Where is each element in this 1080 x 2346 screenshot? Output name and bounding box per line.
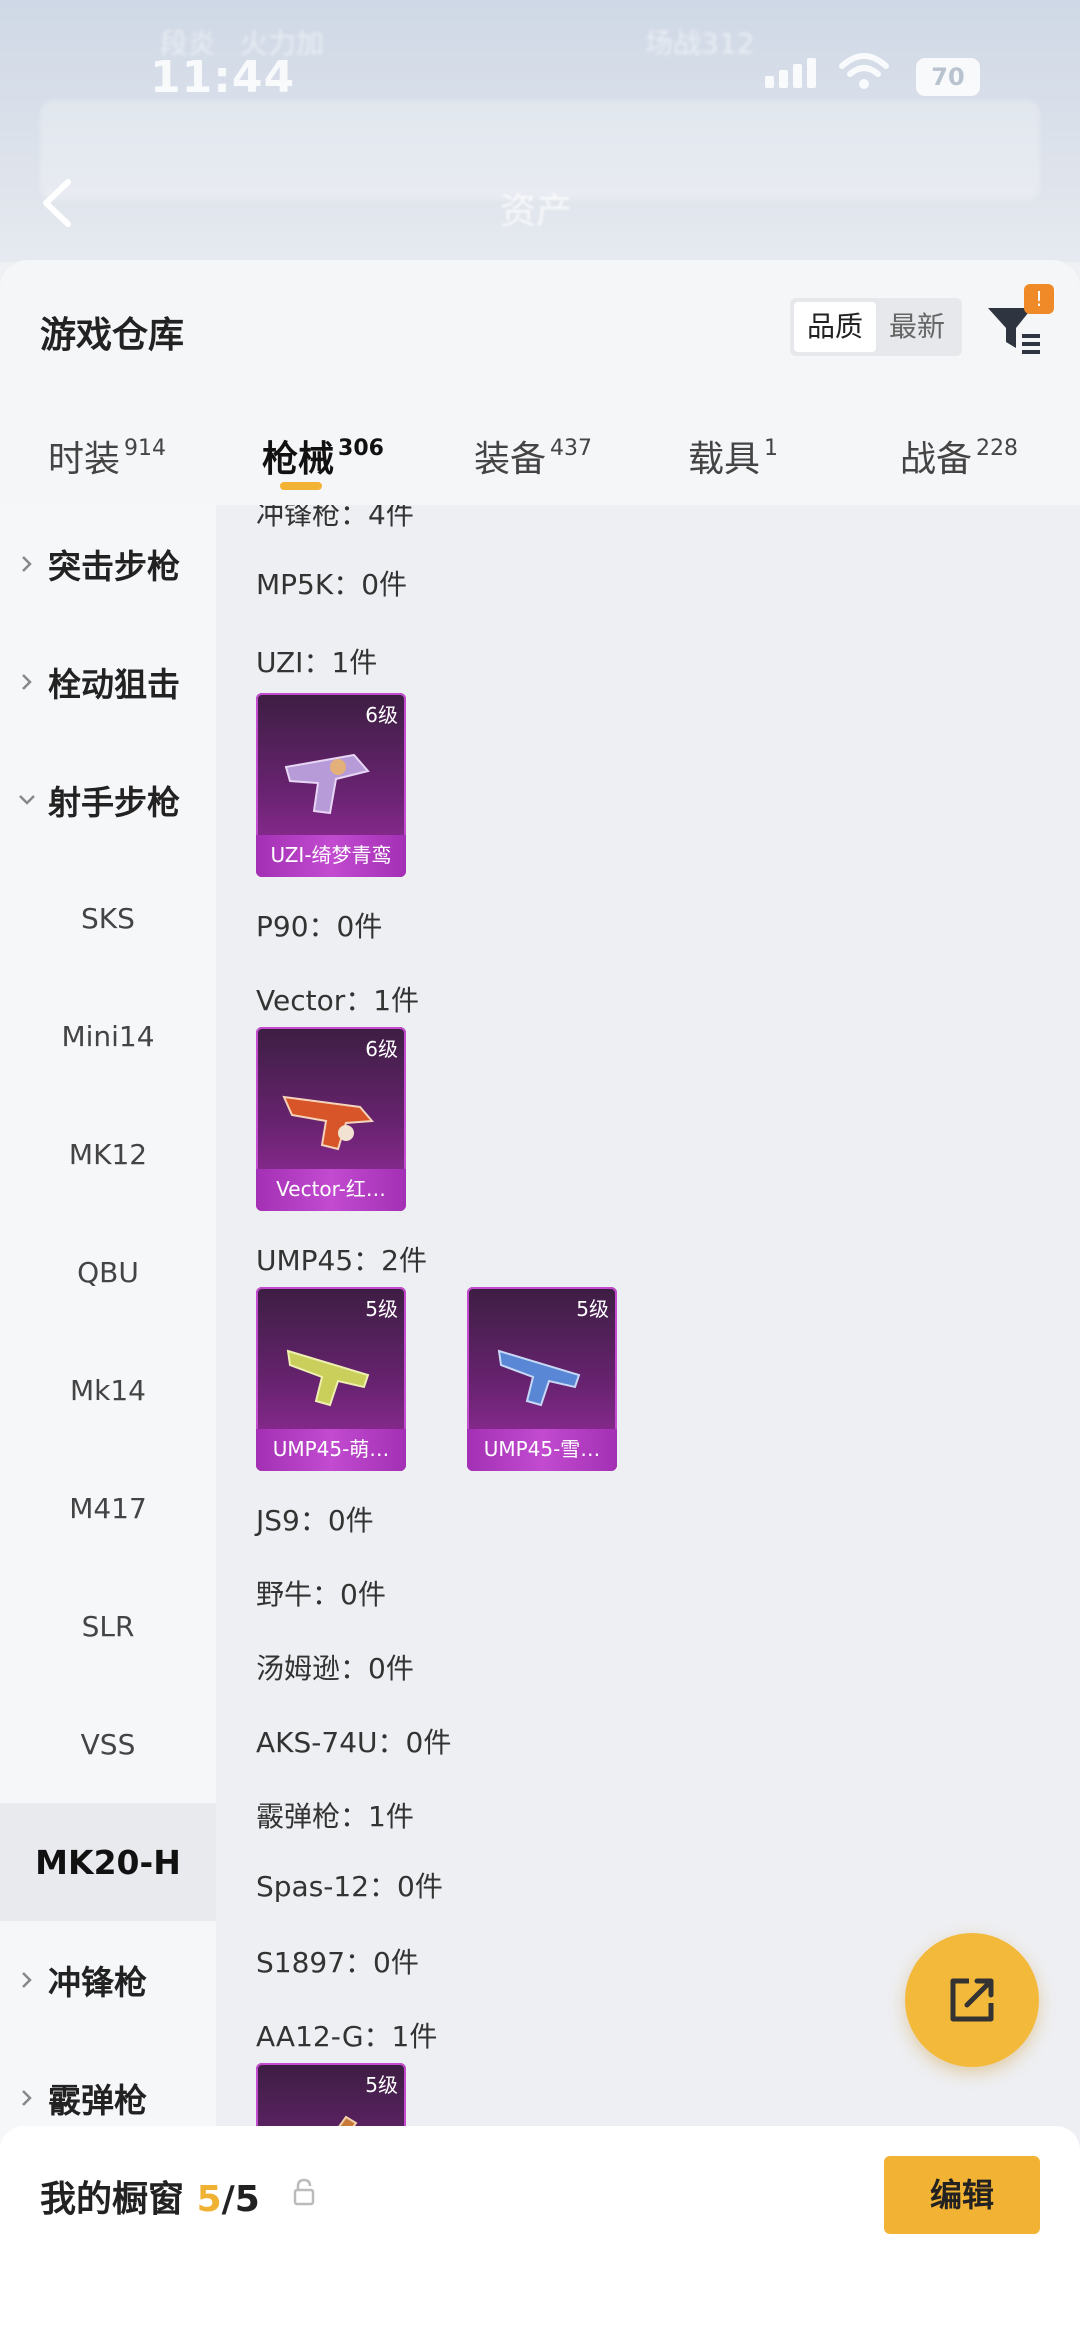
- list-item: AA12-G：1件: [256, 2020, 438, 2053]
- sidebar-item-sks[interactable]: SKS: [0, 859, 216, 977]
- chevron-right-icon: [22, 2090, 32, 2106]
- sidebar-item-mk20h[interactable]: MK20-H: [0, 1803, 216, 1921]
- sidebar-item-label: 突击步枪: [48, 547, 180, 586]
- weapon-category-sidebar: 突击步枪 栓动狙击 射手步枪 SKS Mini14 MK12 QBU Mk14 …: [0, 505, 216, 2346]
- sheet-header: 游戏仓库 品质 最新 ! 时装 914 枪械 306 装备 437 载具 1 战…: [0, 260, 1080, 505]
- list-item: 霰弹枪：1件: [256, 1800, 414, 1833]
- list-item: Vector：1件: [256, 984, 420, 1017]
- list-item: 冲锋枪：4件: [256, 505, 414, 531]
- chevron-right-icon: [22, 1972, 32, 1988]
- card-level: 5级: [365, 2073, 398, 2097]
- showcase-title: 我的橱窗 5/5: [40, 2170, 260, 2222]
- background-title: 资产: [500, 191, 573, 232]
- filter-badge: !: [1024, 284, 1054, 314]
- category-tabs: 时装 914 枪械 306 装备 437 载具 1 战备 228: [0, 410, 1080, 505]
- sidebar-item-marksman-rifle[interactable]: 射手步枪: [0, 741, 216, 859]
- share-button[interactable]: [905, 1933, 1039, 2067]
- status-bar: 11:44 70: [0, 0, 1080, 120]
- edit-button[interactable]: 编辑: [884, 2156, 1040, 2234]
- tab-firearms[interactable]: 枪械 306: [262, 430, 384, 482]
- tab-label: 战备: [900, 439, 973, 480]
- card-name: UMP45-雪…: [467, 1429, 617, 1471]
- tab-fashion[interactable]: 时装 914: [48, 430, 166, 482]
- sidebar-item-label: 射手步枪: [48, 783, 180, 822]
- weapon-icon: [497, 1349, 581, 1407]
- chevron-right-icon: [22, 674, 32, 690]
- sidebar-item-smg[interactable]: 冲锋枪: [0, 1921, 216, 2039]
- card-level: 5级: [365, 1297, 398, 1321]
- sidebar-item-slr[interactable]: SLR: [0, 1567, 216, 1685]
- showcase-bar: 我的橱窗 5/5 编辑: [0, 2126, 1080, 2346]
- weapon-card[interactable]: 5级 UMP45-雪…: [467, 1287, 617, 1471]
- tab-label: 枪械: [262, 439, 335, 480]
- list-item: 野牛：0件: [256, 1578, 386, 1611]
- sidebar-item-m417[interactable]: M417: [0, 1449, 216, 1567]
- card-level: 6级: [365, 1037, 398, 1061]
- tab-vehicles[interactable]: 载具 1: [688, 430, 778, 482]
- tab-count: 1: [764, 436, 779, 461]
- sidebar-item-label: 霰弹枪: [48, 2081, 147, 2120]
- sidebar-item-mk14[interactable]: Mk14: [0, 1331, 216, 1449]
- list-item: 汤姆逊：0件: [256, 1652, 414, 1685]
- list-item: UMP45：2件: [256, 1244, 427, 1277]
- card-name: Vector-红…: [256, 1169, 406, 1211]
- tab-count: 228: [976, 436, 1019, 461]
- sidebar-item-label: 冲锋枪: [48, 1963, 147, 2002]
- weapon-icon: [284, 753, 370, 815]
- sidebar-item-mini14[interactable]: Mini14: [0, 977, 216, 1095]
- card-name: UMP45-萌…: [256, 1429, 406, 1471]
- weapon-card[interactable]: 6级 UZI-绮梦青鸾: [256, 693, 406, 877]
- sidebar-item-qbu[interactable]: QBU: [0, 1213, 216, 1331]
- share-icon: [950, 1978, 994, 2022]
- sidebar-item-assault-rifle[interactable]: 突击步枪: [0, 505, 216, 623]
- chevron-right-icon: [22, 556, 32, 572]
- list-item: Spas-12：0件: [256, 1870, 443, 1903]
- list-item: UZI：1件: [256, 646, 378, 679]
- weapon-icon: [282, 1095, 375, 1151]
- wifi-icon: [839, 53, 889, 89]
- tab-label: 时装: [48, 439, 121, 480]
- list-item: JS9：0件: [256, 1504, 374, 1537]
- tab-count: 914: [124, 436, 167, 461]
- tab-label: 装备: [474, 439, 547, 480]
- sort-toggle: 品质 最新: [790, 298, 962, 356]
- sidebar-item-mk12[interactable]: MK12: [0, 1095, 216, 1213]
- sidebar-item-bolt-sniper[interactable]: 栓动狙击: [0, 623, 216, 741]
- sort-newest-button[interactable]: 最新: [876, 302, 958, 352]
- sidebar-item-label: 栓动狙击: [48, 665, 180, 704]
- card-name: UZI-绮梦青鸾: [256, 835, 406, 877]
- weapon-icon: [286, 1349, 370, 1407]
- showcase-label: 我的橱窗: [40, 2179, 185, 2220]
- back-arrow-icon[interactable]: [38, 178, 78, 228]
- card-level: 5级: [576, 1297, 609, 1321]
- tab-battle-prep[interactable]: 战备 228: [900, 430, 1018, 482]
- weapon-list: 冲锋枪：4件 MP5K：0件 UZI：1件 6级 UZI-绮梦青鸾 P90：0件…: [216, 505, 1080, 2346]
- sort-quality-button[interactable]: 品质: [794, 302, 876, 352]
- chevron-down-icon: [19, 795, 35, 805]
- active-tab-indicator: [280, 482, 322, 490]
- tab-count: 437: [550, 436, 593, 461]
- background-header: 段炎 火力加 场战312 11:44 70 资产: [0, 0, 1080, 262]
- sidebar-item-vss[interactable]: VSS: [0, 1685, 216, 1803]
- tab-label: 载具: [688, 439, 761, 480]
- weapon-card[interactable]: 5级 UMP45-萌…: [256, 1287, 406, 1471]
- showcase-used: 5: [196, 2179, 222, 2220]
- list-item: MP5K：0件: [256, 568, 408, 601]
- signal-icon: [765, 58, 816, 88]
- showcase-total: /5: [221, 2179, 260, 2220]
- status-time: 11:44: [150, 52, 296, 103]
- tab-count: 306: [338, 436, 384, 461]
- list-item: S1897：0件: [256, 1946, 419, 1979]
- battery-icon: 70: [916, 58, 980, 96]
- list-item: P90：0件: [256, 910, 383, 943]
- warehouse-sheet: 游戏仓库 品质 最新 ! 时装 914 枪械 306 装备 437 载具 1 战…: [0, 260, 1080, 2346]
- card-level: 6级: [365, 703, 398, 727]
- page-title: 游戏仓库: [40, 315, 185, 356]
- list-item: AKS-74U：0件: [256, 1726, 452, 1759]
- tab-equipment[interactable]: 装备 437: [474, 430, 592, 482]
- weapon-card[interactable]: 6级 Vector-红…: [256, 1027, 406, 1211]
- lock-icon: [293, 2178, 315, 2206]
